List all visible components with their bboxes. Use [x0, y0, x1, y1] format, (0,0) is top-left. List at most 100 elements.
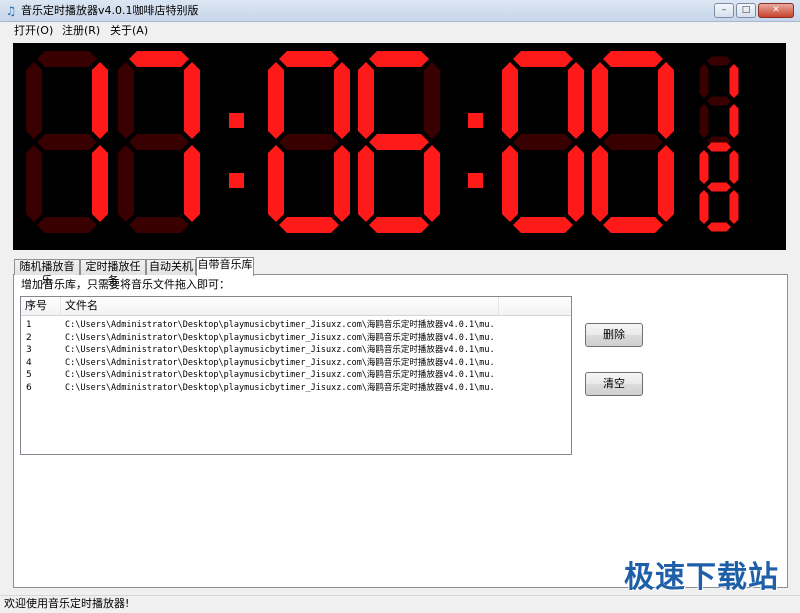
segment-a — [707, 56, 731, 66]
segment-b — [568, 62, 584, 139]
list-item[interactable]: 2 C:\Users\Administrator\Desktop\playmusi… — [21, 332, 571, 344]
segment-a — [279, 51, 339, 67]
window-controls: – □ ✕ — [712, 3, 794, 19]
clock-svg — [26, 51, 739, 233]
list-item-path: C:\Users\Administrator\Desktop\playmusic… — [65, 332, 495, 343]
fraction-digit-1 — [699, 56, 739, 146]
segment-e — [502, 145, 518, 222]
segment-c — [424, 145, 440, 222]
library-hint: 增加音乐库，只需要将音乐文件拖入即可： — [21, 278, 230, 291]
window-title: 音乐定时播放器v4.0.1咖啡店特别版 — [21, 4, 199, 17]
segment-g — [707, 96, 731, 106]
clear-button[interactable]: 清空 — [585, 372, 643, 396]
segment-d — [37, 217, 97, 233]
segment-e — [699, 104, 709, 138]
segment-f — [358, 62, 374, 139]
tab-timed-tasks[interactable]: 定时播放任务 — [80, 259, 146, 287]
list-header: 序号 文件名 — [21, 297, 571, 316]
column-spacer — [499, 297, 571, 315]
segment-f — [26, 62, 42, 139]
column-index[interactable]: 序号 — [21, 297, 61, 315]
segment-c — [658, 145, 674, 222]
list-item-index: 6 — [26, 382, 32, 393]
segment-c — [729, 104, 739, 138]
list-item[interactable]: 6 C:\Users\Administrator\Desktop\playmusi… — [21, 382, 571, 394]
list-item-path: C:\Users\Administrator\Desktop\playmusic… — [65, 320, 495, 330]
delete-button[interactable]: 删除 — [585, 323, 643, 347]
segment-g — [37, 134, 97, 150]
segment-e — [358, 145, 374, 222]
colon-left-dot-2 — [229, 173, 244, 188]
tab-music-library[interactable]: 自带音乐库 — [196, 257, 254, 276]
clock-digit-1 — [26, 51, 108, 233]
segment-d — [603, 217, 663, 233]
list-item[interactable]: 5 C:\Users\Administrator\Desktop\playmusi… — [21, 369, 571, 381]
segment-b — [424, 62, 440, 139]
segment-e — [118, 145, 134, 222]
status-text: 欢迎使用音乐定时播放器! — [4, 597, 130, 610]
music-list[interactable]: 序号 文件名 1 C:\Users\Administrator\Desktop\p… — [20, 296, 572, 455]
colon-left-dot-1 — [229, 113, 244, 128]
fraction-digit-2 — [699, 142, 739, 232]
segment-f — [699, 64, 709, 98]
segment-c — [334, 145, 350, 222]
segment-d — [129, 217, 189, 233]
clock-display — [13, 43, 786, 250]
segment-f — [502, 62, 518, 139]
list-item-path: C:\Users\Administrator\Desktop\playmusic… — [65, 345, 495, 355]
segment-d — [279, 217, 339, 233]
segment-c — [92, 145, 108, 222]
title-bar[interactable]: ♫ 音乐定时播放器v4.0.1咖啡店特别版 – □ ✕ — [0, 0, 800, 22]
clock-digit-5 — [502, 51, 584, 233]
segment-g — [369, 134, 429, 150]
list-item-index: 2 — [26, 332, 32, 343]
status-bar: 欢迎使用音乐定时播放器! — [0, 595, 800, 613]
list-item[interactable]: 1 C:\Users\Administrator\Desktop\playmusi… — [21, 319, 571, 331]
segment-d — [707, 222, 731, 232]
menu-about[interactable]: 关于(A) — [110, 24, 148, 38]
list-item[interactable]: 3 C:\Users\Administrator\Desktop\playmusi… — [21, 344, 571, 356]
segment-g — [513, 134, 573, 150]
segment-a — [513, 51, 573, 67]
segment-g — [129, 134, 189, 150]
minimize-icon[interactable]: – — [714, 3, 734, 18]
segment-c — [729, 190, 739, 224]
segment-b — [729, 64, 739, 98]
column-filename[interactable]: 文件名 — [61, 297, 499, 315]
list-item-index: 3 — [26, 345, 32, 355]
segment-a — [707, 142, 731, 152]
menu-open[interactable]: 打开(O) — [14, 24, 53, 38]
segment-g — [603, 134, 663, 150]
menu-bar: 打开(O) 注册(R) 关于(A) — [0, 22, 800, 40]
list-item-path: C:\Users\Administrator\Desktop\playmusic… — [65, 370, 495, 380]
segment-f — [699, 150, 709, 184]
maximize-icon[interactable]: □ — [736, 3, 756, 18]
segment-e — [268, 145, 284, 222]
segment-g — [707, 182, 731, 192]
close-icon[interactable]: ✕ — [758, 3, 794, 18]
colon-right-dot-2 — [468, 173, 483, 188]
tab-auto-shutdown[interactable]: 自动关机 — [146, 259, 196, 275]
segment-b — [184, 62, 200, 139]
site-watermark: 极速下载站 — [624, 560, 779, 595]
segment-b — [92, 62, 108, 139]
tab-random-play[interactable]: 随机播放音乐 — [14, 259, 80, 287]
list-item-path: C:\Users\Administrator\Desktop\playmusic… — [65, 357, 495, 368]
list-item-index: 4 — [26, 357, 32, 368]
segment-a — [603, 51, 663, 67]
segment-e — [592, 145, 608, 222]
segment-a — [369, 51, 429, 67]
clock-digit-4 — [358, 51, 440, 233]
menu-register[interactable]: 注册(R) — [62, 24, 100, 38]
segment-e — [699, 190, 709, 224]
list-item-index: 1 — [26, 320, 32, 330]
segment-a — [37, 51, 97, 67]
list-item-path: C:\Users\Administrator\Desktop\playmusic… — [65, 382, 495, 393]
music-note-icon: ♫ — [5, 4, 17, 18]
segment-c — [184, 145, 200, 222]
segment-b — [334, 62, 350, 139]
clock-digit-6 — [592, 51, 674, 233]
list-item[interactable]: 4 C:\Users\Administrator\Desktop\playmusi… — [21, 357, 571, 369]
segment-d — [513, 217, 573, 233]
segment-e — [26, 145, 42, 222]
